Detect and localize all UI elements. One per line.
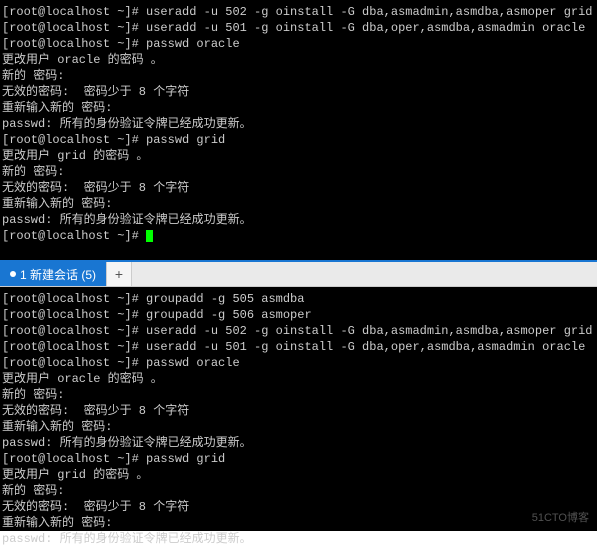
tab-indicator-icon — [10, 271, 16, 277]
terminal-line: 重新输入新的 密码: — [2, 419, 595, 435]
terminal-line: passwd: 所有的身份验证令牌已经成功更新。 — [2, 116, 595, 132]
terminal-line: passwd: 所有的身份验证令牌已经成功更新。 — [2, 531, 595, 547]
tab-label: 1 新建会话 (5) — [20, 266, 96, 283]
terminal-line: passwd: 所有的身份验证令牌已经成功更新。 — [2, 435, 595, 451]
tab-bar: 1 新建会话 (5) + — [0, 262, 597, 287]
new-tab-button[interactable]: + — [106, 262, 132, 286]
terminal-line: 无效的密码: 密码少于 8 个字符 — [2, 180, 595, 196]
terminal-line: 无效的密码: 密码少于 8 个字符 — [2, 499, 595, 515]
terminal-line: 无效的密码: 密码少于 8 个字符 — [2, 403, 595, 419]
terminal-line: [root@localhost ~]# useradd -u 501 -g oi… — [2, 20, 595, 36]
terminal-line: 更改用户 grid 的密码 。 — [2, 467, 595, 483]
terminal-line: 重新输入新的 密码: — [2, 196, 595, 212]
terminal-pane-bottom[interactable]: [root@localhost ~]# groupadd -g 505 asmd… — [0, 287, 597, 531]
terminal-pane-top[interactable]: [root@localhost ~]# useradd -u 502 -g oi… — [0, 0, 597, 260]
tab-session-1[interactable]: 1 新建会话 (5) — [0, 262, 106, 286]
terminal-cursor — [146, 230, 153, 242]
plus-icon: + — [115, 266, 123, 282]
terminal-line: 重新输入新的 密码: — [2, 515, 595, 531]
terminal-line: [root@localhost ~]# — [2, 228, 595, 244]
terminal-line: passwd: 所有的身份验证令牌已经成功更新。 — [2, 212, 595, 228]
terminal-line: 更改用户 oracle 的密码 。 — [2, 52, 595, 68]
terminal-line: 重新输入新的 密码: — [2, 100, 595, 116]
terminal-line: 更改用户 oracle 的密码 。 — [2, 371, 595, 387]
terminal-line: 无效的密码: 密码少于 8 个字符 — [2, 84, 595, 100]
terminal-line: 更改用户 grid 的密码 。 — [2, 148, 595, 164]
terminal-line: [root@localhost ~]# groupadd -g 505 asmd… — [2, 291, 595, 307]
terminal-line: 新的 密码: — [2, 387, 595, 403]
terminal-line: [root@localhost ~]# groupadd -g 506 asmo… — [2, 307, 595, 323]
terminal-line: [root@localhost ~]# useradd -u 501 -g oi… — [2, 339, 595, 355]
terminal-line: [root@localhost ~]# passwd oracle — [2, 355, 595, 371]
terminal-line: [root@localhost ~]# useradd -u 502 -g oi… — [2, 323, 595, 339]
terminal-line: [root@localhost ~]# passwd grid — [2, 132, 595, 148]
terminal-line: 新的 密码: — [2, 68, 595, 84]
terminal-line: [root@localhost ~]# passwd grid — [2, 451, 595, 467]
terminal-line: [root@localhost ~]# useradd -u 502 -g oi… — [2, 4, 595, 20]
terminal-line: 新的 密码: — [2, 164, 595, 180]
terminal-line: 新的 密码: — [2, 483, 595, 499]
terminal-line: [root@localhost ~]# passwd oracle — [2, 36, 595, 52]
